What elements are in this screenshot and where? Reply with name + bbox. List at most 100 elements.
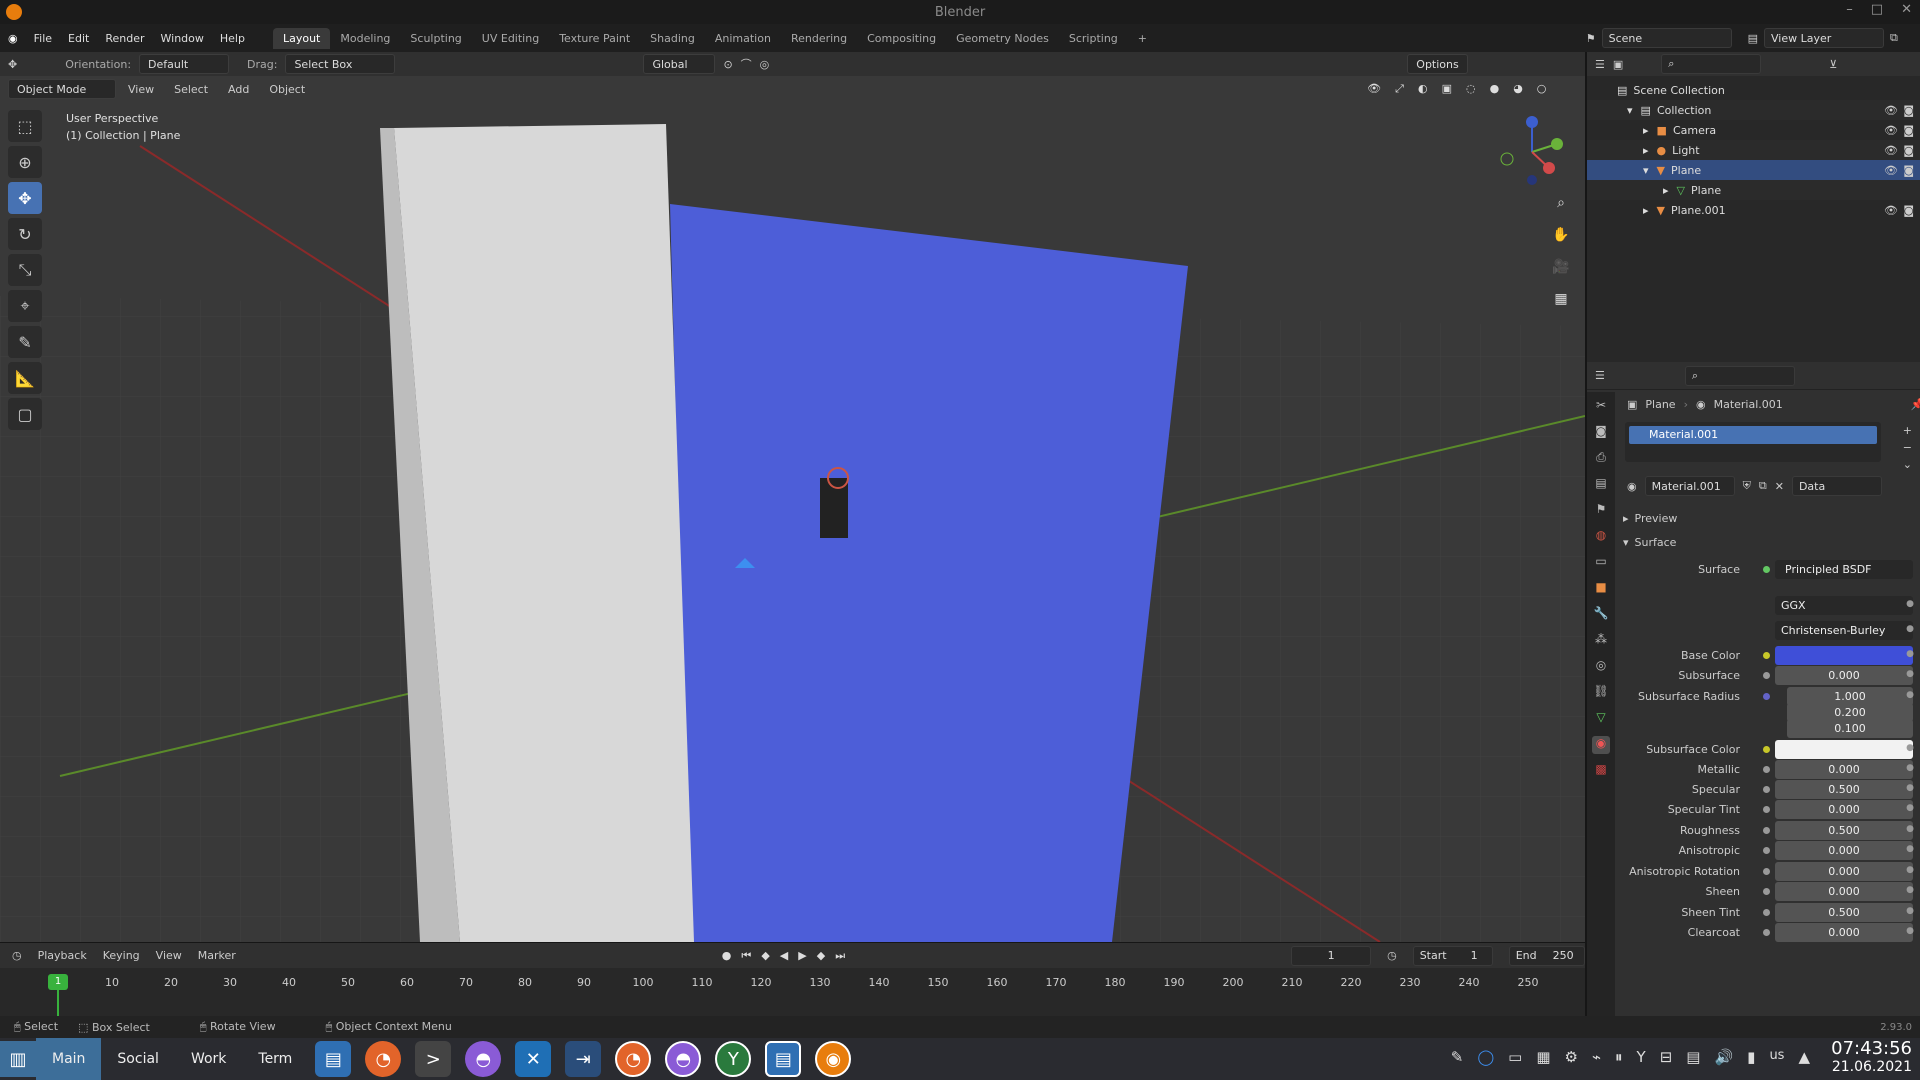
keyboard-layout[interactable]: us — [1769, 1048, 1784, 1066]
output-tab-icon[interactable]: ⎙ — [1592, 450, 1610, 468]
field-value[interactable]: 0.000 — [1775, 841, 1913, 860]
outliner-row-light[interactable]: ▸ ● Light 👁 ◙ — [1587, 140, 1920, 160]
field-value[interactable]: 0.000 — [1775, 862, 1913, 881]
play-icon[interactable]: ▶ — [798, 949, 806, 963]
minimize-icon[interactable]: – — [1846, 2, 1853, 17]
chat-active-icon[interactable]: ◓ — [665, 1041, 702, 1077]
terminal-icon[interactable]: > — [415, 1041, 452, 1077]
wireframe-shading-icon[interactable]: ◌ — [1466, 82, 1476, 96]
desktop-term-button[interactable]: Term — [242, 1038, 308, 1080]
socket-dot-icon[interactable] — [1763, 746, 1770, 753]
unlink-icon[interactable]: ✕ — [1775, 480, 1784, 493]
duplicate-icon[interactable]: ⧉ — [1759, 479, 1767, 493]
render-camera-icon[interactable]: ◙ — [1903, 124, 1914, 137]
physics-tab-icon[interactable]: ◎ — [1592, 658, 1610, 676]
field-value[interactable]: 0.000 — [1775, 666, 1913, 685]
eye-icon[interactable]: 👁 — [1884, 144, 1898, 157]
transform-tool-icon[interactable]: ⌖ — [8, 290, 42, 322]
particles-tab-icon[interactable]: ⁂ — [1592, 632, 1610, 650]
field-value[interactable]: 0.500 — [1775, 821, 1913, 840]
blender-menu-icon[interactable]: ◉ — [0, 32, 26, 45]
material-tab-icon[interactable]: ◉ — [1592, 736, 1610, 754]
tab-shading[interactable]: Shading — [640, 28, 705, 49]
outliner-row-scene-collection[interactable]: ▤ Scene Collection — [1587, 80, 1920, 100]
3d-viewport[interactable] — [0, 76, 1585, 942]
pause-icon[interactable]: ⏸ — [1615, 1048, 1623, 1066]
socket-dot-icon[interactable] — [1763, 868, 1770, 875]
measure-tool-icon[interactable]: 📐 — [8, 362, 42, 394]
expand-arrow-icon[interactable]: ▸ — [1643, 124, 1649, 137]
keyframe-dot-icon[interactable]: ● — [1906, 690, 1914, 700]
material-slots-list[interactable]: Material.001 — [1625, 422, 1881, 462]
drag-dropdown[interactable]: Select Box — [285, 54, 396, 74]
scene-tab-icon[interactable]: ⚑ — [1592, 502, 1610, 520]
subsurface-method-dropdown[interactable]: Christensen-Burley — [1775, 621, 1913, 640]
tool-icon[interactable]: ✥ — [8, 58, 17, 71]
keyframe-dot-icon[interactable]: ● — [1906, 743, 1914, 753]
preview-panel-header[interactable]: ▸ Preview — [1617, 512, 1920, 525]
next-keyframe-icon[interactable]: ◆ — [817, 949, 825, 963]
vp-menu-view[interactable]: View — [120, 83, 162, 96]
remove-slot-icon[interactable]: − — [1903, 441, 1912, 454]
scale-tool-icon[interactable]: ⤡ — [8, 254, 42, 286]
socket-dot-icon[interactable] — [1763, 672, 1770, 679]
timeline-menu-view[interactable]: View — [156, 949, 182, 962]
menu-render[interactable]: Render — [97, 32, 152, 45]
distribution-dropdown[interactable]: GGX — [1775, 596, 1913, 615]
app-launcher-icon[interactable]: ▥ — [0, 1041, 36, 1077]
blue-plane-object[interactable] — [670, 204, 1188, 942]
add-workspace-button[interactable]: + — [1128, 28, 1157, 49]
current-frame-field[interactable]: 1 — [1291, 945, 1372, 966]
tool-tab-icon[interactable]: ✂ — [1592, 398, 1610, 416]
socket-dot-icon[interactable] — [1763, 827, 1770, 834]
menu-file[interactable]: File — [26, 32, 60, 45]
prev-keyframe-icon[interactable]: ◆ — [761, 949, 769, 963]
pin-icon[interactable]: 📌 — [1911, 398, 1920, 411]
camera-view-icon[interactable]: 🎥 — [1550, 259, 1572, 281]
tab-geometry-nodes[interactable]: Geometry Nodes — [946, 28, 1059, 49]
outliner-type-icon[interactable]: ☰ — [1595, 58, 1605, 71]
outliner-row-camera[interactable]: ▸ ■ Camera 👁 ◙ — [1587, 120, 1920, 140]
outliner-row-plane001[interactable]: ▸ ▼ Plane.001 👁 ◙ — [1587, 200, 1920, 220]
socket-dot-icon[interactable] — [1763, 693, 1770, 700]
field-value[interactable]: 0.500 — [1775, 780, 1913, 799]
socket-dot-icon[interactable] — [1763, 929, 1770, 936]
scene-selector[interactable]: Scene — [1601, 28, 1732, 48]
keyframe-dot-icon[interactable]: ● — [1906, 624, 1914, 634]
clipboard-icon[interactable]: ▦ — [1536, 1048, 1550, 1066]
tray-expand-icon[interactable]: ▲ — [1798, 1048, 1810, 1066]
material-browse-icon[interactable]: ◉ — [1627, 480, 1637, 493]
vp-menu-object[interactable]: Object — [261, 83, 313, 96]
keyframe-dot-icon[interactable]: ● — [1906, 865, 1914, 875]
arrow-app-icon[interactable]: ⇥ — [565, 1041, 602, 1077]
fake-user-icon[interactable]: ⛨ — [1743, 479, 1751, 493]
modifier-tab-icon[interactable]: 🔧 — [1592, 606, 1610, 624]
tab-rendering[interactable]: Rendering — [781, 28, 857, 49]
solid-shading-icon[interactable]: ● — [1490, 82, 1500, 96]
slot-menu-icon[interactable]: ⌄ — [1903, 458, 1912, 471]
cursor-tool-icon[interactable]: ⊕ — [8, 146, 42, 178]
socket-dot-icon[interactable] — [1763, 786, 1770, 793]
mode-dropdown[interactable]: Object Mode — [8, 79, 116, 99]
add-slot-icon[interactable]: + — [1903, 424, 1912, 437]
file-manager-icon[interactable]: ▤ — [315, 1041, 352, 1077]
end-frame-field[interactable]: End 250 — [1508, 945, 1585, 966]
zoom-icon[interactable]: ⌕ — [1550, 195, 1572, 217]
timeline-menu-keying[interactable]: Keying — [103, 949, 140, 962]
eye-icon[interactable]: 👁 — [1884, 204, 1898, 217]
keyframe-dot-icon[interactable]: ● — [1906, 803, 1914, 813]
field-value[interactable]: 0.000 — [1775, 760, 1913, 779]
gizmo-icon[interactable]: ⤢ — [1395, 82, 1404, 96]
expand-arrow-icon[interactable]: ▸ — [1663, 184, 1669, 197]
monitor-icon[interactable]: ⊟ — [1660, 1048, 1673, 1066]
green-app-icon[interactable]: Y — [715, 1041, 752, 1077]
editor-type-icon[interactable]: ◷ — [12, 949, 22, 962]
texture-tab-icon[interactable]: ▩ — [1592, 762, 1610, 780]
chat-app-icon[interactable]: ◓ — [465, 1041, 502, 1077]
desktop-main-button[interactable]: Main — [36, 1038, 102, 1080]
outliner-search-input[interactable]: ⌕ — [1661, 54, 1762, 74]
tab-scripting[interactable]: Scripting — [1059, 28, 1128, 49]
snap-icon[interactable]: ⌒ — [741, 56, 752, 72]
view-layer-tab-icon[interactable]: ▤ — [1592, 476, 1610, 494]
field-value[interactable]: 0.000 — [1775, 882, 1913, 901]
